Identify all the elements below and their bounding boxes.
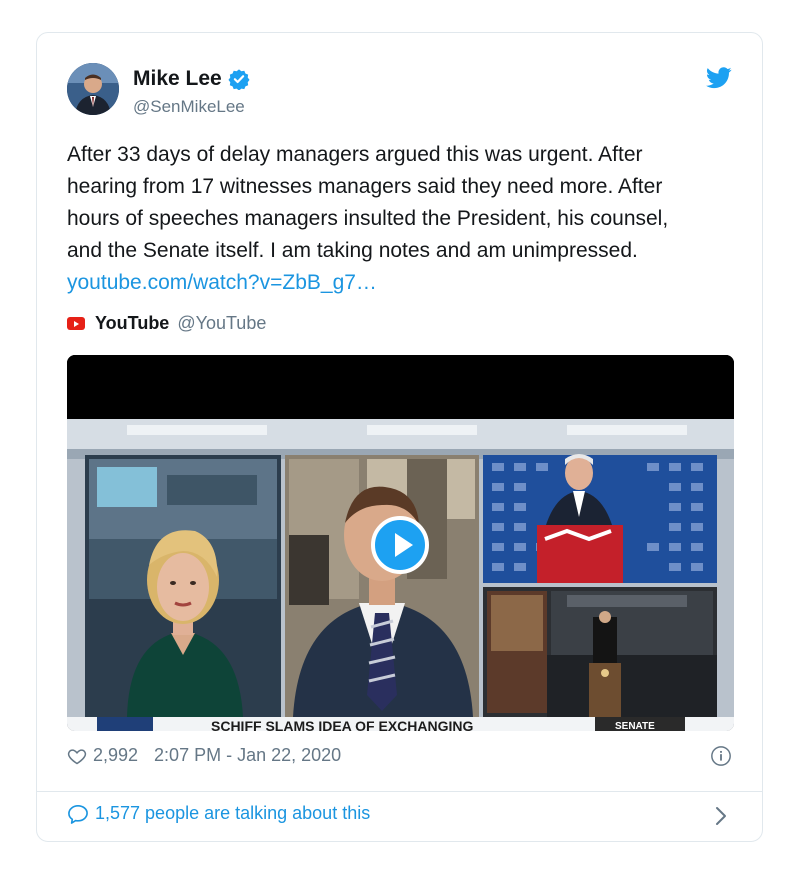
- info-icon[interactable]: [710, 745, 732, 767]
- tweet-text: After 33 days of delay managers argued t…: [67, 139, 747, 299]
- video-chyron-text: SCHIFF SLAMS IDEA OF EXCHANGING: [211, 718, 473, 731]
- conversation-count-text[interactable]: 1,577 people are talking about this: [95, 803, 370, 824]
- conversation-link[interactable]: 1,577 people are talking about this: [67, 803, 370, 824]
- like-count[interactable]: 2,992: [93, 745, 138, 766]
- source-name[interactable]: YouTube: [95, 313, 169, 334]
- speech-bubble-icon: [68, 804, 88, 824]
- tweet-link[interactable]: youtube.com/watch?v=ZbB_g7…: [67, 267, 747, 299]
- avatar-image: [67, 63, 119, 115]
- tweet-text-line: and the Senate itself. I am taking notes…: [67, 239, 638, 262]
- tweet-text-line: hours of speeches managers insulted the …: [67, 207, 669, 230]
- tweet-text-line: After 33 days of delay managers argued t…: [67, 143, 643, 166]
- author-name-row[interactable]: Mike Lee: [133, 67, 250, 91]
- divider: [37, 791, 762, 792]
- video-corner-label: SENATE: [615, 721, 655, 731]
- tweet-card: Mike Lee @SenMikeLee After 33 days of de…: [36, 32, 763, 842]
- source-handle[interactable]: @YouTube: [177, 313, 266, 334]
- play-button[interactable]: [371, 516, 429, 574]
- author-name[interactable]: Mike Lee: [133, 67, 222, 91]
- tweet-text-line: hearing from 17 witnesses managers said …: [67, 175, 663, 198]
- heart-icon[interactable]: [67, 746, 87, 766]
- video-thumbnail[interactable]: SCHIFF SLAMS IDEA OF EXCHANGING SENATE: [67, 355, 734, 731]
- chevron-right-icon[interactable]: [714, 805, 728, 827]
- media-source[interactable]: YouTube @YouTube: [67, 313, 266, 334]
- youtube-icon: [67, 317, 85, 330]
- tweet-meta: 2,992 2:07 PM - Jan 22, 2020: [67, 745, 341, 766]
- twitter-bird-icon[interactable]: [706, 67, 732, 89]
- avatar[interactable]: [67, 63, 119, 115]
- tweet-timestamp[interactable]: 2:07 PM - Jan 22, 2020: [154, 745, 341, 766]
- author-handle[interactable]: @SenMikeLee: [133, 97, 245, 117]
- verified-badge-icon: [228, 69, 250, 90]
